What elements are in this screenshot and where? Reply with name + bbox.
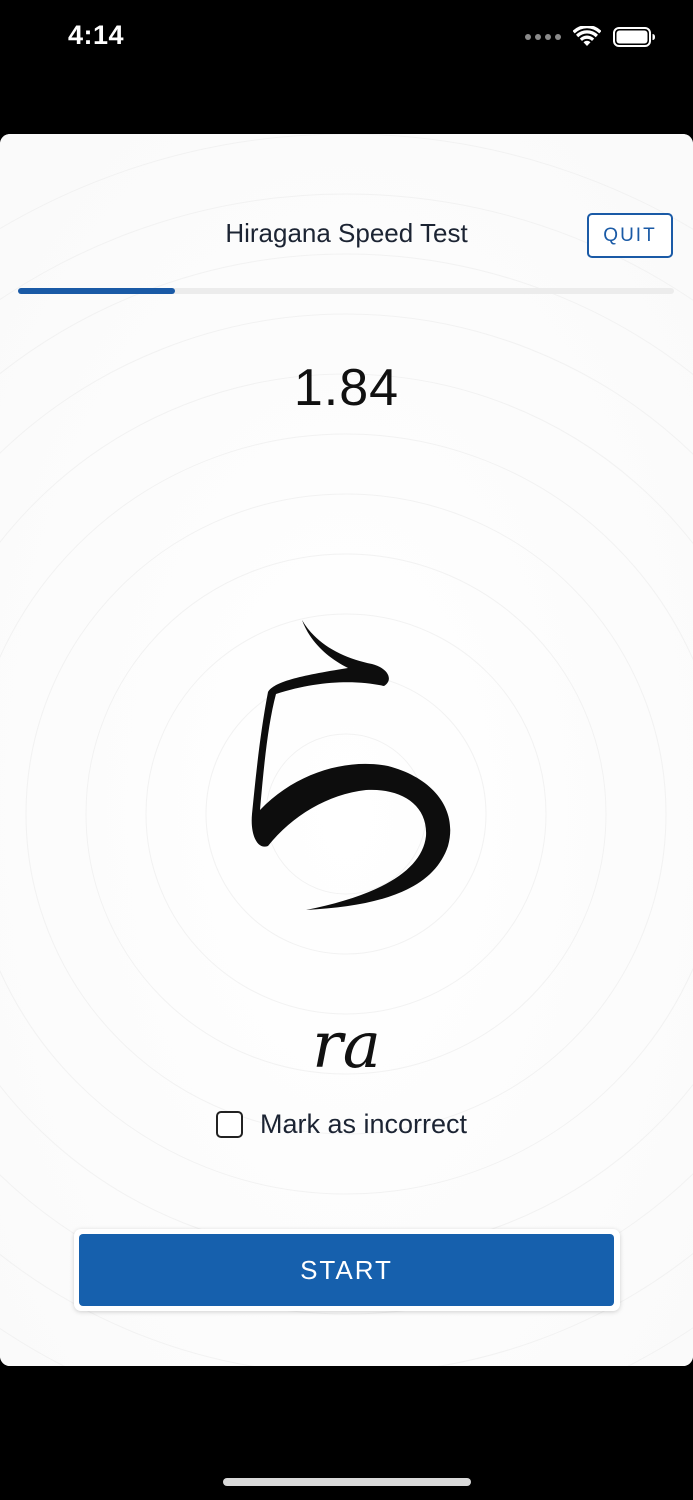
signal-dots-icon (525, 34, 561, 40)
progress-bar (18, 288, 674, 294)
elapsed-timer: 1.84 (293, 359, 400, 417)
start-button[interactable]: START (79, 1234, 614, 1306)
status-time: 4:14 (68, 20, 125, 50)
status-icons (525, 26, 657, 48)
status-bar: 4:14 (0, 0, 693, 80)
home-indicator[interactable] (223, 1478, 471, 1486)
mark-incorrect-row[interactable]: Mark as incorrect (216, 1109, 467, 1140)
mark-incorrect-label: Mark as incorrect (260, 1109, 468, 1139)
wifi-icon (573, 26, 601, 46)
mark-incorrect-checkbox[interactable] (216, 1111, 243, 1138)
test-card: Hiragana Speed Test QUIT 1.84 ra Mark as… (0, 134, 693, 1366)
start-button-frame: START (74, 1229, 620, 1311)
battery-icon (613, 27, 655, 47)
romaji-reading: ra (312, 1009, 381, 1083)
kana-character-ra (251, 620, 451, 910)
progress-bar-fill (18, 288, 176, 294)
quit-button[interactable]: QUIT (587, 213, 673, 258)
